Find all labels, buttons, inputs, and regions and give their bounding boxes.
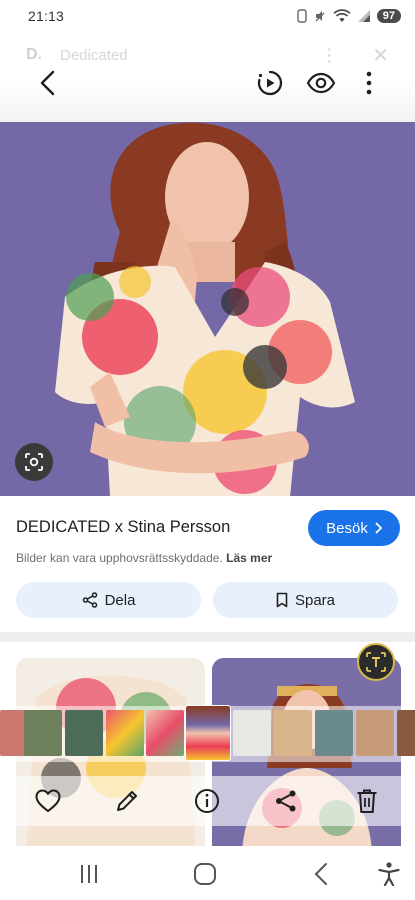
section-divider — [0, 632, 415, 642]
filmstrip-thumbnail[interactable] — [233, 710, 271, 756]
share-icon — [276, 790, 296, 812]
share-photo-button[interactable] — [269, 784, 303, 818]
delete-button[interactable] — [350, 784, 384, 818]
battery-badge: 97 — [376, 9, 401, 23]
image-info-card: DEDICATED x Stina Persson Besök Bilder k… — [0, 496, 415, 632]
gallery-filmstrip — [0, 705, 415, 762]
chevron-right-icon — [375, 522, 382, 534]
product-image[interactable] — [0, 122, 415, 496]
lens-search-button[interactable] — [15, 443, 53, 481]
signal-icon — [357, 10, 370, 22]
recent-apps-icon — [81, 865, 97, 883]
system-navigation-bar — [0, 846, 415, 900]
home-button[interactable] — [187, 856, 223, 892]
filmstrip-thumbnail[interactable] — [106, 710, 144, 756]
back-button[interactable] — [26, 61, 70, 105]
heart-icon — [35, 789, 61, 813]
copyright-text: Bilder kan vara upphovsrättsskyddade. — [16, 551, 223, 565]
notification-icon — [297, 9, 307, 23]
wifi-icon — [333, 9, 351, 22]
share-button[interactable]: Dela — [16, 582, 201, 618]
more-options-button[interactable] — [347, 61, 391, 105]
status-bar: 21:13 97 — [0, 0, 415, 32]
nav-back-button[interactable] — [303, 856, 339, 892]
favorite-button[interactable] — [31, 784, 65, 818]
text-select-button[interactable] — [357, 643, 395, 681]
nav-back-icon — [314, 863, 327, 885]
more-vertical-icon — [366, 71, 372, 95]
arrow-left-icon — [40, 70, 55, 96]
info-icon — [195, 789, 219, 813]
photo-actions-bar — [0, 776, 415, 826]
copyright-notice: Bilder kan vara upphovsrättsskyddade. Lä… — [16, 551, 272, 565]
save-button[interactable]: Spara — [213, 582, 398, 618]
save-label: Spara — [294, 591, 336, 609]
motion-photo-icon — [257, 70, 283, 96]
filmstrip-thumbnail[interactable] — [274, 710, 312, 756]
text-select-icon — [366, 652, 386, 672]
filmstrip-thumbnail[interactable] — [24, 710, 62, 756]
visit-label: Besök — [326, 519, 368, 537]
viewer-toolbar — [0, 58, 415, 108]
visit-button[interactable]: Besök — [308, 510, 400, 546]
filmstrip-thumbnail[interactable] — [65, 710, 103, 756]
status-icons: 97 — [297, 9, 401, 23]
learn-more-link[interactable]: Läs mer — [226, 551, 272, 565]
filmstrip-thumbnail[interactable] — [146, 710, 184, 756]
bookmark-icon — [276, 592, 288, 608]
accessibility-button[interactable] — [371, 856, 407, 892]
filmstrip-thumbnail[interactable] — [356, 710, 394, 756]
filmstrip-thumbnail[interactable] — [397, 710, 415, 756]
share-label: Dela — [104, 591, 136, 609]
filmstrip-thumbnail[interactable] — [315, 710, 353, 756]
edit-button[interactable] — [110, 784, 144, 818]
recent-apps-button[interactable] — [71, 856, 107, 892]
mute-icon — [315, 11, 325, 22]
image-title: DEDICATED x Stina Persson — [16, 518, 231, 536]
accessibility-icon — [378, 862, 400, 886]
visibility-button[interactable] — [299, 61, 343, 105]
eye-icon — [306, 72, 336, 94]
status-time: 21:13 — [28, 8, 65, 24]
details-button[interactable] — [190, 784, 224, 818]
filmstrip-current-thumbnail[interactable] — [185, 705, 231, 761]
lens-icon — [25, 453, 43, 471]
pencil-icon — [117, 791, 137, 811]
share-icon — [82, 592, 97, 608]
home-icon — [194, 863, 216, 885]
trash-icon — [357, 789, 377, 813]
motion-photo-button[interactable] — [248, 61, 292, 105]
model-in-floral-dress-illustration — [0, 122, 415, 496]
